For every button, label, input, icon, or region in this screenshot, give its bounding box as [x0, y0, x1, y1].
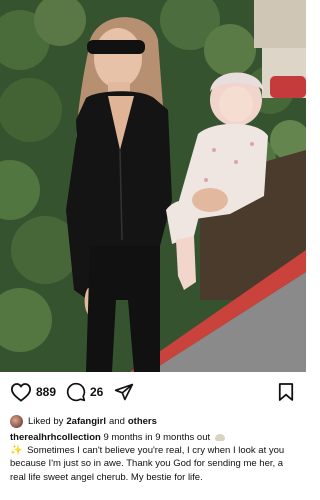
instagram-post: 889 26 Liked by 2afangirl and others the… — [0, 0, 306, 500]
bookmark-icon — [278, 383, 294, 401]
like-button[interactable]: 889 — [10, 382, 56, 402]
liked-by-username[interactable]: 2afangirl — [66, 416, 106, 427]
caption-text: 9 months in 9 months out — [103, 432, 211, 443]
liker-avatar[interactable] — [10, 414, 23, 428]
liked-by-others-link[interactable]: others — [128, 416, 157, 427]
liked-by-and: and — [109, 415, 125, 427]
post-photo[interactable] — [0, 0, 306, 372]
liked-by-row: Liked by 2afangirl and others — [10, 414, 157, 428]
caption-username[interactable]: therealhrhcollection — [10, 432, 101, 443]
sparkles-emoji-icon: ✨ — [10, 445, 23, 457]
comment-icon — [66, 382, 86, 402]
photo-illustration — [0, 0, 306, 372]
heart-icon — [11, 383, 31, 402]
share-button[interactable] — [114, 382, 134, 402]
liked-by-prefix: Liked by — [28, 415, 64, 427]
shell-emoji-icon — [214, 434, 225, 441]
caption-body: Sometimes I can't believe you're real, I… — [10, 445, 285, 483]
comment-button[interactable]: 26 — [66, 382, 103, 402]
post-caption: therealhrhcollection 9 months in 9 month… — [10, 431, 300, 484]
paper-plane-icon — [114, 383, 134, 401]
post-actions-bar: 889 26 — [0, 376, 306, 410]
comments-count[interactable]: 26 — [90, 385, 103, 399]
likes-count[interactable]: 889 — [36, 385, 56, 399]
save-button[interactable] — [278, 382, 294, 402]
